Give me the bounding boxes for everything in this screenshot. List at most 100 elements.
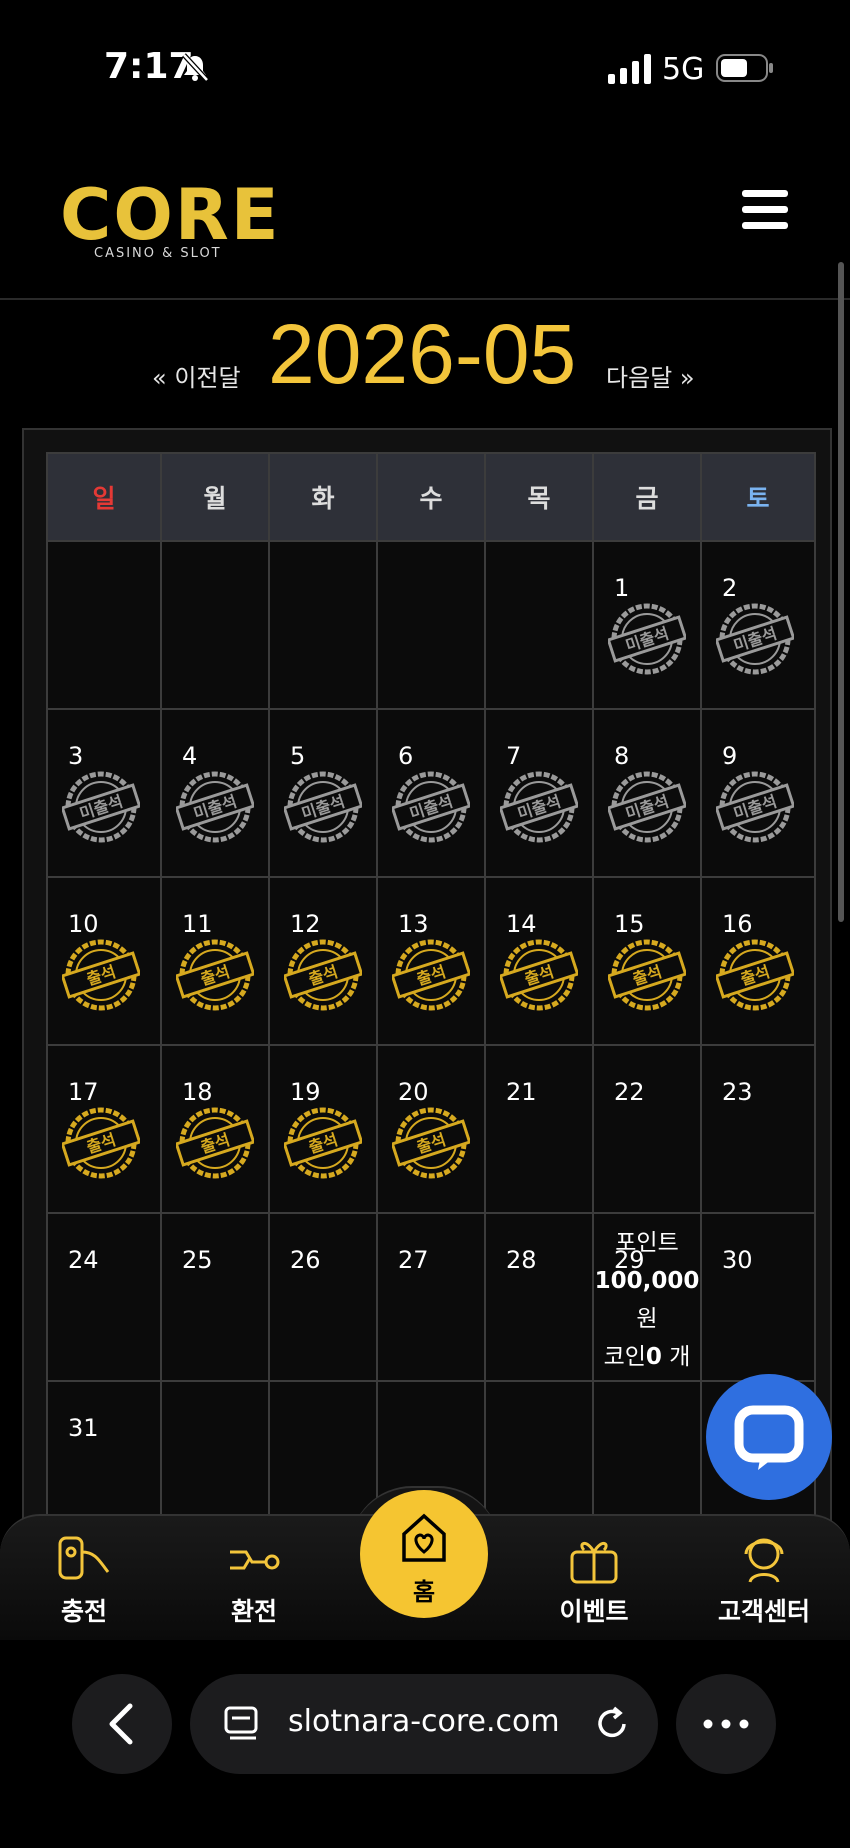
absent-stamp-icon: 미출석 <box>284 771 362 843</box>
chat-button[interactable] <box>706 1374 832 1500</box>
calendar-day-cell[interactable]: 16 출석 <box>700 876 816 1046</box>
calendar-day-cell[interactable]: 2 미출석 <box>700 540 816 710</box>
calendar-day-cell[interactable]: 3 미출석 <box>46 708 162 878</box>
more-button[interactable] <box>676 1674 776 1774</box>
calendar-week-row: 1 미출석 2 미출석 <box>46 540 816 710</box>
day-number: 2 <box>722 574 738 602</box>
calendar-empty-cell <box>484 540 594 710</box>
back-button[interactable] <box>72 1674 172 1774</box>
day-number: 11 <box>182 910 213 938</box>
day-number: 22 <box>614 1078 645 1106</box>
calendar-empty-cell <box>160 540 270 710</box>
weekday-header: 금 <box>592 452 702 542</box>
calendar-day-cell[interactable]: 4 미출석 <box>160 708 270 878</box>
reload-icon[interactable] <box>590 1702 634 1746</box>
prev-month-link[interactable]: « 이전달 <box>152 358 241 393</box>
calendar-day-cell[interactable]: 7 미출석 <box>484 708 594 878</box>
gift-icon <box>570 1542 618 1584</box>
calendar-day-cell[interactable]: 13 출석 <box>376 876 486 1046</box>
absent-stamp-icon: 미출석 <box>176 771 254 843</box>
calendar-day-cell[interactable]: 17 출석 <box>46 1044 162 1214</box>
attended-stamp-icon: 출석 <box>284 1107 362 1179</box>
nav-event-label: 이벤트 <box>559 1597 629 1626</box>
logo[interactable]: CORE CASINO & SLOT <box>60 174 281 270</box>
attended-stamp-icon: 출석 <box>608 939 686 1011</box>
nav-deposit[interactable]: 충전 <box>24 1532 144 1628</box>
deposit-icon <box>58 1536 110 1580</box>
nav-withdraw-label: 환전 <box>230 1597 277 1626</box>
calendar-day-cell[interactable]: 28 <box>484 1212 594 1382</box>
calendar-day-cell[interactable]: 5 미출석 <box>268 708 378 878</box>
absent-stamp-icon: 미출석 <box>392 771 470 843</box>
calendar-day-cell[interactable]: 19 출석 <box>268 1044 378 1214</box>
calendar-day-cell[interactable]: 22 <box>592 1044 702 1214</box>
calendar-table: 일월화수목금토 1 미출석 2 미출석 3 미출석 4 미출석 5 미출석 6 미출석 7 미출석 8 미출석… <box>46 452 816 1550</box>
weekday-header: 목 <box>484 452 594 542</box>
calendar-day-cell[interactable]: 29 포인트 100,000 원 코인0 개 <box>592 1212 702 1382</box>
attended-stamp-icon: 출석 <box>62 939 140 1011</box>
more-dots-icon <box>703 1719 749 1729</box>
nav-withdraw[interactable]: 환전 <box>194 1532 314 1628</box>
attended-stamp-icon: 출석 <box>500 939 578 1011</box>
menu-icon[interactable] <box>742 190 788 230</box>
nav-support[interactable]: 고객센터 <box>704 1532 824 1628</box>
calendar-day-cell[interactable]: 30 <box>700 1212 816 1382</box>
absent-stamp-icon: 미출석 <box>716 603 794 675</box>
calendar-day-cell[interactable]: 20 출석 <box>376 1044 486 1214</box>
attendance-calendar: 일월화수목금토 1 미출석 2 미출석 3 미출석 4 미출석 5 미출석 6 미출석 7 미출석 8 미출석… <box>22 428 832 1550</box>
day-number: 15 <box>614 910 645 938</box>
logo-main: CORE <box>60 174 281 256</box>
calendar-day-cell[interactable]: 26 <box>268 1212 378 1382</box>
next-month-link[interactable]: 다음달 » <box>606 358 695 393</box>
day-number: 13 <box>398 910 429 938</box>
calendar-day-cell[interactable]: 25 <box>160 1212 270 1382</box>
bell-muted-icon <box>182 53 209 82</box>
coin-count: 코인0 개 <box>603 1344 691 1370</box>
network-label: 5G <box>662 52 705 87</box>
calendar-day-cell[interactable]: 21 <box>484 1044 594 1214</box>
calendar-day-cell[interactable]: 12 출석 <box>268 876 378 1046</box>
nav-deposit-label: 충전 <box>60 1597 107 1626</box>
calendar-empty-cell <box>268 540 378 710</box>
calendar-week-row: 24 25 26 27 28 29 포인트 100,000 원 코인0 개 30 <box>46 1212 816 1382</box>
support-icon <box>744 1538 784 1583</box>
calendar-day-cell[interactable]: 8 미출석 <box>592 708 702 878</box>
calendar-day-cell[interactable]: 27 <box>376 1212 486 1382</box>
point-unit: 원 <box>636 1306 658 1332</box>
day-number: 17 <box>68 1078 99 1106</box>
nav-home[interactable]: 홈 <box>360 1490 488 1618</box>
attended-stamp-icon: 출석 <box>176 1107 254 1179</box>
day-number: 7 <box>506 742 522 770</box>
nav-support-label: 고객센터 <box>717 1597 810 1626</box>
calendar-day-cell[interactable]: 6 미출석 <box>376 708 486 878</box>
weekday-header: 토 <box>700 452 816 542</box>
calendar-day-cell[interactable]: 11 출석 <box>160 876 270 1046</box>
day-number: 19 <box>290 1078 321 1106</box>
attended-stamp-icon: 출석 <box>392 939 470 1011</box>
calendar-day-cell[interactable]: 24 <box>46 1212 162 1382</box>
attended-stamp-icon: 출석 <box>62 1107 140 1179</box>
day-number: 20 <box>398 1078 429 1106</box>
day-number: 24 <box>68 1246 99 1274</box>
absent-stamp-icon: 미출석 <box>608 771 686 843</box>
calendar-day-cell[interactable]: 9 미출석 <box>700 708 816 878</box>
home-heart-icon <box>402 1513 446 1562</box>
attended-stamp-icon: 출석 <box>716 939 794 1011</box>
calendar-day-cell[interactable]: 23 <box>700 1044 816 1214</box>
calendar-day-cell[interactable]: 10 출석 <box>46 876 162 1046</box>
calendar-day-cell[interactable]: 15 출석 <box>592 876 702 1046</box>
weekday-header: 화 <box>268 452 378 542</box>
calendar-day-cell[interactable]: 1 미출석 <box>592 540 702 710</box>
absent-stamp-icon: 미출석 <box>608 603 686 675</box>
calendar-day-cell[interactable]: 14 출석 <box>484 876 594 1046</box>
day-number: 12 <box>290 910 321 938</box>
month-nav: « 이전달 2026-05 다음달 » <box>0 300 850 410</box>
attended-stamp-icon: 출석 <box>284 939 362 1011</box>
absent-stamp-icon: 미출석 <box>500 771 578 843</box>
calendar-day-cell[interactable]: 18 출석 <box>160 1044 270 1214</box>
signal-icon <box>608 54 651 84</box>
calendar-week-row: 17 출석 18 출석 19 출석 20 출석 21 22 23 <box>46 1044 816 1214</box>
url-bar[interactable]: slotnara-core.com <box>190 1674 658 1774</box>
nav-event[interactable]: 이벤트 <box>534 1532 654 1628</box>
nav-home-label: 홈 <box>412 1578 436 1606</box>
